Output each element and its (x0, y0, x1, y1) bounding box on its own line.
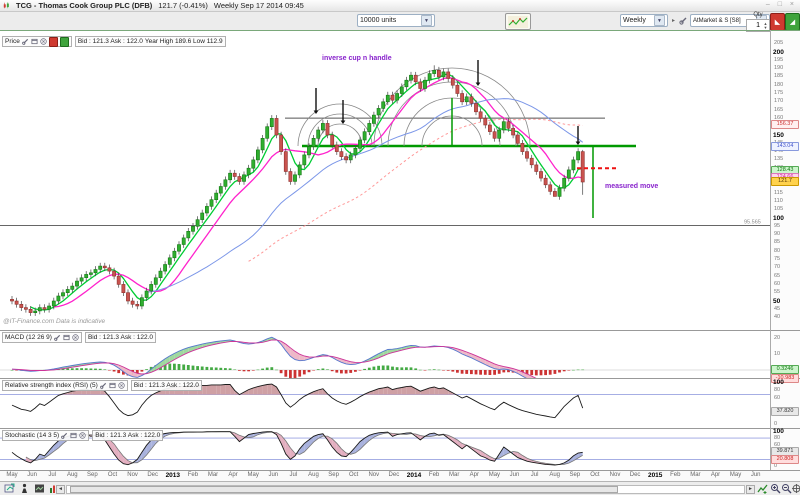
macd-pane-header: MACD (12 26 9) Bid : 121.3 Ask : 122.0 (2, 332, 156, 343)
macd-pane-quote: Bid : 121.3 Ask : 122.0 (85, 332, 156, 343)
window-icon[interactable] (109, 382, 116, 389)
wrench-icon[interactable] (54, 334, 61, 341)
price-pane-label: Price (5, 38, 20, 45)
price-pane-graphics: 95.565 inverse cup n handle measured move (0, 55, 770, 316)
bid-ask-text: Bid : 121.3 Ask : 122.0 (88, 334, 153, 341)
rsi-pane-label: Relative strength index (RSI) (5) (5, 382, 98, 389)
svg-text:inverse cup n handle: inverse cup n handle (322, 55, 392, 62)
close-icon[interactable] (72, 334, 79, 341)
svg-text:95.565: 95.565 (744, 219, 761, 225)
price-pane-quote: Bid : 121.3 Ask : 122.0 Year High 189.6 … (75, 36, 226, 47)
quick-buy-icon[interactable] (60, 37, 69, 47)
wrench-icon[interactable] (100, 382, 107, 389)
stoch-pane-quote: Bid : 121.3 Ask : 122.0 (92, 430, 163, 441)
close-icon[interactable] (79, 432, 86, 439)
stoch-pane-header: Stochastic (14 3 5) Bid : 121.3 Ask : 12… (2, 430, 163, 441)
window-icon[interactable] (63, 334, 70, 341)
close-icon[interactable] (118, 382, 125, 389)
wrench-icon[interactable] (61, 432, 68, 439)
bid-ask-text: Bid : 121.3 Ask : 122.0 (95, 432, 160, 439)
chart-canvas[interactable]: 95.565 inverse cup n handle measured move (0, 0, 800, 495)
wrench-icon[interactable] (22, 38, 29, 45)
year-high-low-text: Year High 189.6 Low 112.9 (145, 38, 223, 45)
macd-pane-toolbox: MACD (12 26 9) (2, 332, 82, 343)
price-pane-toolbox: Price (2, 36, 72, 47)
stoch-pane-label: Stochastic (14 3 5) (5, 432, 59, 439)
svg-text:measured move: measured move (605, 183, 658, 190)
window-icon[interactable] (31, 38, 38, 45)
window-icon[interactable] (70, 432, 77, 439)
macd-pane-label: MACD (12 26 9) (5, 334, 52, 341)
price-pane-header: Price Bid : 121.3 Ask : 122.0 Year High … (2, 36, 226, 47)
close-icon[interactable] (40, 38, 47, 45)
rsi-pane-header: Relative strength index (RSI) (5) Bid : … (2, 380, 202, 391)
bid-ask-text: Bid : 121.3 Ask : 122.0 (78, 38, 143, 45)
quick-sell-icon[interactable] (49, 37, 58, 47)
stoch-pane-toolbox: Stochastic (14 3 5) (2, 430, 89, 441)
rsi-pane-quote: Bid : 121.3 Ask : 122.0 (131, 380, 202, 391)
rsi-pane-toolbox: Relative strength index (RSI) (5) (2, 380, 128, 391)
bid-ask-text: Bid : 121.3 Ask : 122.0 (134, 382, 199, 389)
watermark: @IT-Finance.com Data is indicative (3, 318, 105, 325)
